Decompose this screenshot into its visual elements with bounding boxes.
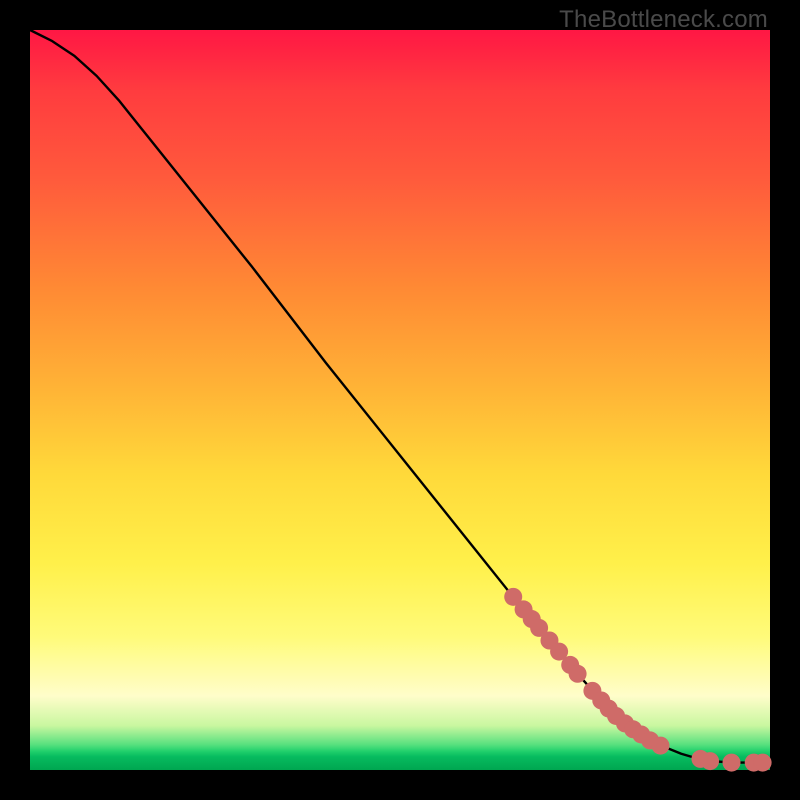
data-marker — [651, 737, 669, 755]
chart-svg — [30, 30, 770, 770]
chart-frame: TheBottleneck.com — [0, 0, 800, 800]
plot-area — [30, 30, 770, 770]
data-marker — [754, 754, 772, 772]
data-marker — [569, 665, 587, 683]
data-marker — [701, 752, 719, 770]
data-marker — [723, 754, 741, 772]
curve-line — [30, 30, 770, 763]
curve-markers — [504, 588, 771, 772]
